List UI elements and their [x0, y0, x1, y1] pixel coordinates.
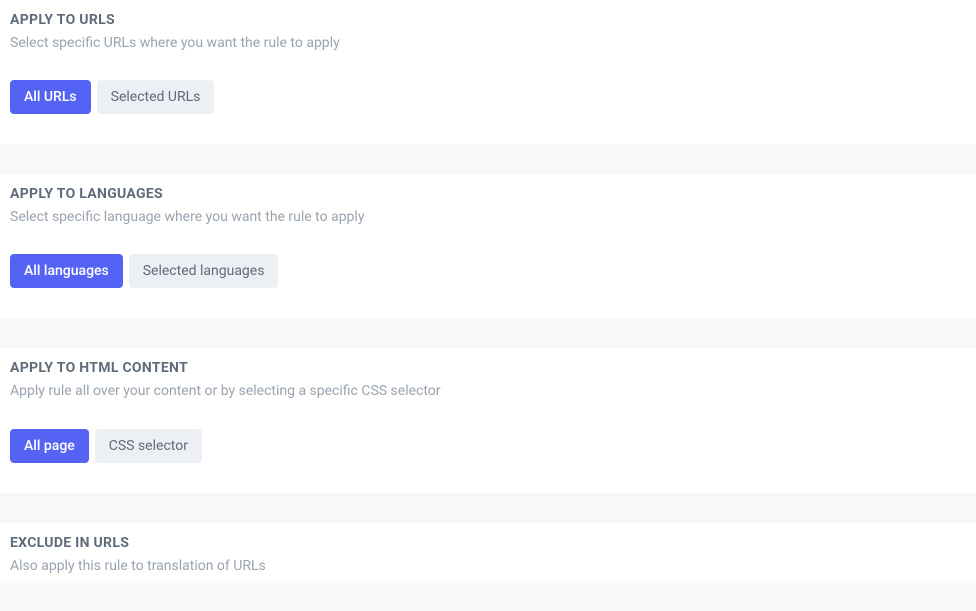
- section-apply-to-html-content: APPLY TO HTML CONTENT Apply rule all ove…: [0, 348, 976, 492]
- selected-urls-button[interactable]: Selected URLs: [97, 80, 215, 114]
- css-selector-button[interactable]: CSS selector: [95, 429, 202, 463]
- html-content-toggle-group: All page CSS selector: [10, 429, 202, 463]
- selected-languages-button[interactable]: Selected languages: [129, 254, 279, 288]
- section-title-languages: APPLY TO LANGUAGES: [10, 186, 966, 202]
- section-title-urls: APPLY TO URLS: [10, 12, 966, 28]
- language-toggle-group: All languages Selected languages: [10, 254, 278, 288]
- section-exclude-in-urls: EXCLUDE IN URLS Also apply this rule to …: [0, 523, 976, 583]
- section-description-exclude-urls: Also apply this rule to translation of U…: [10, 557, 966, 575]
- section-description-urls: Select specific URLs where you want the …: [10, 34, 966, 52]
- all-urls-button[interactable]: All URLs: [10, 80, 91, 114]
- url-toggle-group: All URLs Selected URLs: [10, 80, 214, 114]
- section-apply-to-languages: APPLY TO LANGUAGES Select specific langu…: [0, 174, 976, 318]
- section-title-html-content: APPLY TO HTML CONTENT: [10, 360, 966, 376]
- section-description-html-content: Apply rule all over your content or by s…: [10, 382, 966, 400]
- section-apply-to-urls: APPLY TO URLS Select specific URLs where…: [0, 0, 976, 144]
- all-languages-button[interactable]: All languages: [10, 254, 123, 288]
- section-title-exclude-urls: EXCLUDE IN URLS: [10, 535, 966, 551]
- all-page-button[interactable]: All page: [10, 429, 89, 463]
- section-description-languages: Select specific language where you want …: [10, 208, 966, 226]
